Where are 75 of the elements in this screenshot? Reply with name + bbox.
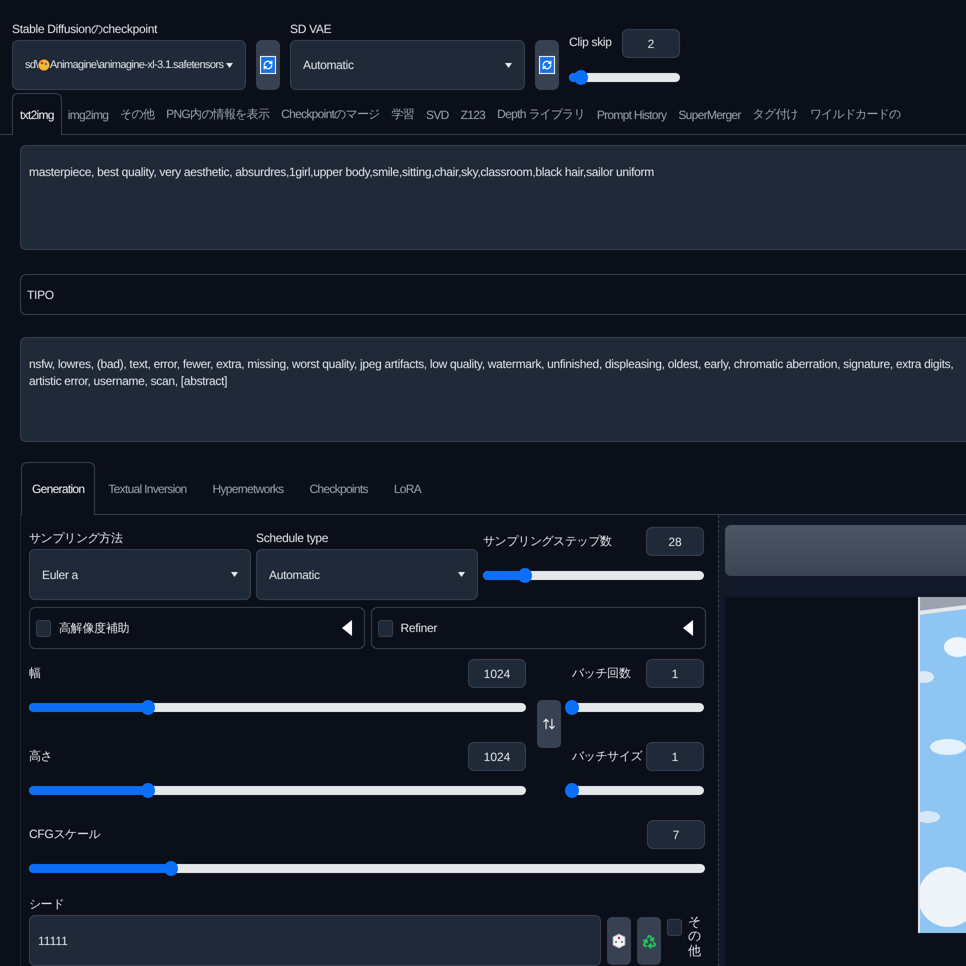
field-label: 高さ (29, 748, 52, 765)
tab[interactable]: LoRA (380, 462, 434, 515)
tab[interactable]: Prompt History (590, 93, 672, 135)
tab[interactable]: その他 (114, 93, 160, 135)
number-field[interactable]: 28 (646, 527, 704, 556)
tab[interactable]: txt2img (12, 93, 62, 135)
number-field[interactable]: 2 (622, 29, 680, 58)
accordion-label: Refiner (400, 621, 438, 635)
number-field[interactable]: 1 (646, 742, 704, 771)
field-label: SD VAE (290, 22, 332, 36)
tab[interactable]: Checkpointのマージ (275, 93, 386, 135)
tab[interactable]: Textual Inversion (95, 462, 200, 515)
slider-thumb[interactable] (164, 861, 178, 876)
caret-icon (226, 62, 233, 68)
swap-icon (542, 717, 556, 731)
accordion-header[interactable]: Refiner (370, 607, 706, 649)
tab[interactable]: Checkpoints (296, 462, 381, 515)
field-label: サンプリングステップ数 (483, 533, 612, 550)
number-field[interactable]: 7 (647, 820, 705, 849)
dice-icon (612, 933, 626, 949)
slider-thumb[interactable] (574, 70, 588, 85)
number-field[interactable]: 1024 (468, 659, 526, 688)
random-seed-button[interactable] (607, 917, 631, 965)
refresh-icon (539, 56, 555, 74)
slider-thumb[interactable] (141, 700, 156, 715)
tab[interactable]: SuperMerger (672, 93, 747, 135)
accordion-header[interactable]: 高解像度補助 (29, 607, 364, 649)
checkbox-label: その他 (688, 915, 701, 958)
tab[interactable]: Depth ライブラリ (491, 93, 591, 135)
field-label: CFGスケール (29, 826, 100, 843)
number-field[interactable]: 1024 (468, 742, 526, 771)
schedule-dropdown[interactable]: Automatic (256, 549, 478, 600)
checkpoint-dropdown[interactable]: sd\ Animagine\animagine-xl-3.1.safetensors (12, 40, 246, 90)
field-label: 幅 (29, 665, 41, 682)
swap-button[interactable] (537, 700, 561, 748)
tab[interactable]: タグ付け (746, 93, 804, 135)
slider-thumb[interactable] (518, 568, 532, 583)
field-label: バッチサイズ (572, 748, 642, 765)
tab[interactable]: Hypernetworks (200, 462, 296, 515)
tipo-bar[interactable]: TIPO (20, 274, 966, 315)
caret-icon (505, 62, 512, 68)
tab[interactable]: img2img (62, 93, 114, 135)
refresh-icon (260, 56, 276, 74)
reuse-seed-button[interactable] (637, 917, 661, 965)
tab[interactable]: 学習 (385, 93, 420, 135)
tab[interactable]: Z123 (454, 93, 492, 135)
caret-icon (231, 572, 238, 577)
checkbox[interactable] (667, 919, 682, 936)
tab[interactable]: SVD (420, 93, 455, 135)
field-label: サンプリング方法 (29, 530, 123, 546)
checkbox[interactable] (36, 620, 51, 636)
field-label: Stable Diffusionのcheckpoint (12, 20, 158, 38)
field-label: Clip skip (569, 35, 612, 49)
tab[interactable]: PNG内の情報を表示 (160, 93, 276, 135)
palette-icon (38, 59, 50, 71)
seed-field[interactable]: 11111 (29, 915, 601, 966)
tab[interactable]: ワイルドカードの (804, 93, 906, 135)
sampler-dropdown[interactable]: Euler a (29, 549, 251, 600)
tab[interactable]: Generation (21, 462, 96, 515)
vae-dropdown[interactable]: Automatic (290, 40, 525, 90)
slider-thumb[interactable] (565, 783, 579, 798)
checkbox[interactable] (378, 620, 392, 636)
accordion-label: 高解像度補助 (59, 620, 130, 636)
refresh-button[interactable] (535, 40, 559, 90)
negative-prompt-field[interactable]: nsfw, lowres, (bad), text, error, fewer, extra, missing, worst quality, jpeg artifacts, low quality, watermark, unfinished, displeasing, oldest, early, chromatic aberration, signature, extra digits, artistic error, username, scan, [abstract] (20, 337, 966, 442)
number-field[interactable]: 1 (646, 659, 704, 688)
field-label: Schedule type (256, 531, 328, 545)
field-label: バッチ回数 (572, 665, 631, 682)
refresh-button[interactable] (256, 40, 280, 90)
field-label: シード (29, 896, 64, 913)
recycle-icon (642, 934, 656, 948)
slider-thumb[interactable] (565, 700, 579, 715)
prompt-field[interactable]: masterpiece, best quality, very aesthetic, absurdres,1girl,upper body,smile,sitting,chair,sky,classroom,black hair,sailor uniform (20, 145, 966, 250)
caret-icon (458, 572, 465, 577)
slider-thumb[interactable] (141, 783, 156, 798)
